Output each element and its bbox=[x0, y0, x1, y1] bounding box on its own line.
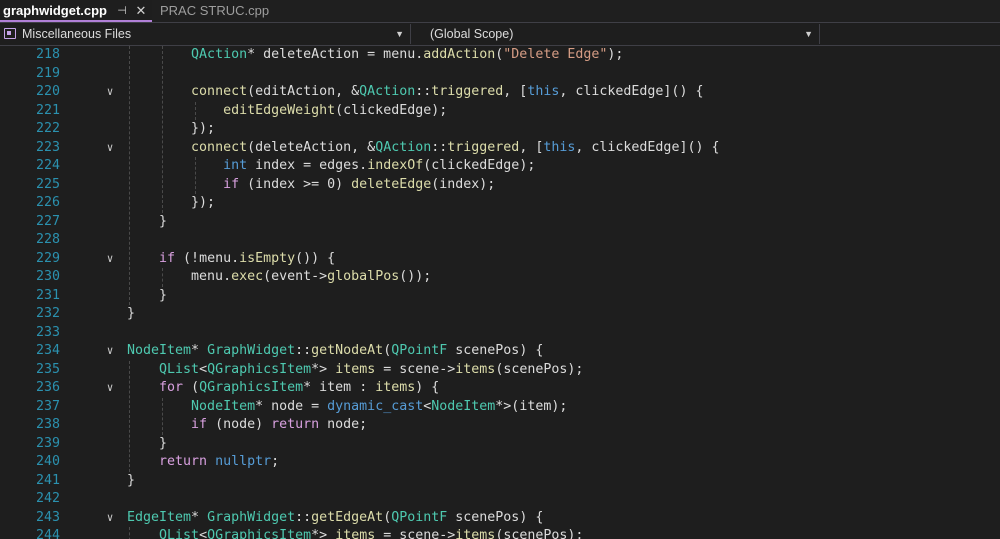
tab-label: PRAC STRUC.cpp bbox=[160, 3, 270, 18]
line-number: 221 bbox=[35, 102, 60, 118]
code-line[interactable]: 222 }); bbox=[0, 120, 1000, 139]
code-line[interactable]: 244 QList<QGraphicsItem*> items = scene-… bbox=[0, 527, 1000, 539]
fold-chevron-icon[interactable]: ∨ bbox=[103, 509, 117, 528]
code-text: menu.exec(event->globalPos()); bbox=[127, 269, 432, 284]
line-number: 222 bbox=[35, 121, 60, 136]
code-text: editEdgeWeight(clickedEdge); bbox=[223, 102, 448, 118]
code-line[interactable]: 241} bbox=[0, 472, 1000, 491]
line-number: 236 bbox=[35, 380, 60, 395]
code-line[interactable]: 225 if (index >= 0) deleteEdge(index); bbox=[0, 176, 1000, 195]
tab-strip: graphwidget.cpp ⊣ ✕ PRAC STRUC.cpp bbox=[0, 0, 1000, 23]
code-text: return nullptr; bbox=[159, 454, 280, 469]
code-text: } bbox=[127, 306, 136, 321]
code-line[interactable]: 228 bbox=[0, 231, 1000, 250]
code-line[interactable]: 233 bbox=[0, 324, 1000, 343]
line-number: 239 bbox=[35, 435, 60, 451]
code-line[interactable]: 239 } bbox=[0, 435, 1000, 454]
chevron-down-icon: ▼ bbox=[804, 29, 813, 39]
code-text: } bbox=[127, 213, 168, 229]
line-number: 220 bbox=[35, 84, 60, 99]
tab-prac-struc-cpp[interactable]: PRAC STRUC.cpp bbox=[152, 0, 305, 22]
code-text: int index = edges.indexOf(clickedEdge); bbox=[223, 158, 536, 173]
close-icon[interactable]: ✕ bbox=[134, 0, 148, 22]
line-number: 232 bbox=[35, 306, 60, 321]
fold-chevron-icon[interactable]: ∨ bbox=[103, 83, 117, 102]
code-text: if (index >= 0) deleteEdge(index); bbox=[223, 176, 496, 192]
navigation-bar: Miscellaneous Files ▼ (Global Scope) ▼ bbox=[0, 23, 1000, 46]
code-text: } bbox=[127, 472, 136, 488]
line-number: 231 bbox=[35, 287, 60, 303]
fold-chevron-icon[interactable]: ∨ bbox=[103, 342, 117, 361]
fold-chevron-icon[interactable]: ∨ bbox=[103, 139, 117, 158]
code-line[interactable]: 224 int index = edges.indexOf(clickedEdg… bbox=[0, 157, 1000, 176]
code-text: if (!menu.isEmpty()) { bbox=[159, 250, 336, 266]
code-text: if (node) return node; bbox=[191, 417, 368, 432]
line-number: 238 bbox=[35, 417, 60, 432]
code-line[interactable]: 220 ∨ connect(editAction, &QAction::trigg… bbox=[0, 83, 1000, 102]
code-text: NodeItem* GraphWidget::getNodeAt(QPointF… bbox=[127, 343, 544, 358]
code-line[interactable]: 242 bbox=[0, 490, 1000, 509]
line-number: 229 bbox=[35, 250, 60, 266]
code-line[interactable]: 221 editEdgeWeight(clickedEdge); bbox=[0, 102, 1000, 121]
scope-dropdown[interactable]: (Global Scope) ▼ bbox=[412, 24, 820, 44]
code-text: for (QGraphicsItem* item : items) { bbox=[159, 380, 440, 395]
project-dropdown[interactable]: Miscellaneous Files ▼ bbox=[0, 24, 411, 44]
line-number: 244 bbox=[35, 528, 60, 539]
line-number: 240 bbox=[35, 454, 60, 469]
project-icon bbox=[4, 28, 16, 39]
code-line[interactable]: 237 NodeItem* node = dynamic_cast<NodeIt… bbox=[0, 398, 1000, 417]
line-number: 243 bbox=[35, 509, 60, 525]
line-number: 241 bbox=[35, 472, 60, 488]
line-number: 230 bbox=[35, 269, 60, 284]
code-text: QList<QGraphicsItem*> items = scene->ite… bbox=[159, 528, 584, 539]
line-number: 219 bbox=[35, 65, 60, 81]
line-number: 225 bbox=[35, 176, 60, 192]
code-line[interactable]: 243 ∨ EdgeItem* GraphWidget::getEdgeAt(QPo… bbox=[0, 509, 1000, 528]
code-text: } bbox=[127, 287, 168, 303]
code-line[interactable]: 223 ∨ connect(deleteAction, &QAction::tri… bbox=[0, 139, 1000, 158]
code-text: EdgeItem* GraphWidget::getEdgeAt(QPointF… bbox=[127, 509, 544, 525]
code-text: QList<QGraphicsItem*> items = scene->ite… bbox=[159, 361, 584, 377]
code-text: NodeItem* node = dynamic_cast<NodeItem*>… bbox=[191, 398, 568, 414]
line-number: 224 bbox=[35, 158, 60, 173]
line-number: 218 bbox=[35, 47, 60, 62]
code-line[interactable]: 240 return nullptr; bbox=[0, 453, 1000, 472]
line-number: 223 bbox=[35, 139, 60, 155]
code-text: } bbox=[127, 435, 168, 451]
code-text: QAction* deleteAction = menu.addAction("… bbox=[191, 47, 624, 62]
code-editor[interactable]: 218 QAction* deleteAction = menu.addActi… bbox=[0, 46, 1000, 539]
tab-graphwidget-cpp[interactable]: graphwidget.cpp ⊣ ✕ bbox=[0, 0, 152, 22]
code-text: }); bbox=[127, 121, 216, 136]
code-line[interactable]: 232} bbox=[0, 305, 1000, 324]
code-line[interactable]: 230 menu.exec(event->globalPos()); bbox=[0, 268, 1000, 287]
line-number: 237 bbox=[35, 398, 60, 414]
code-line[interactable]: 227 } bbox=[0, 213, 1000, 232]
chevron-down-icon: ▼ bbox=[395, 29, 404, 39]
line-number: 234 bbox=[35, 343, 60, 358]
code-line[interactable]: 234 ∨ NodeItem* GraphWidget::getNodeAt(QPo… bbox=[0, 342, 1000, 361]
fold-chevron-icon[interactable]: ∨ bbox=[103, 379, 117, 398]
code-line[interactable]: 219 bbox=[0, 65, 1000, 84]
code-line[interactable]: 229 ∨ if (!menu.isEmpty()) { bbox=[0, 250, 1000, 269]
code-line[interactable]: 218 QAction* deleteAction = menu.addActi… bbox=[0, 46, 1000, 65]
project-label: Miscellaneous Files bbox=[22, 27, 132, 41]
code-text: connect(deleteAction, &QAction::triggere… bbox=[191, 139, 720, 155]
code-line[interactable]: 226 }); bbox=[0, 194, 1000, 213]
code-text: }); bbox=[127, 195, 216, 210]
pin-icon[interactable]: ⊣ bbox=[115, 0, 129, 22]
scope-label: (Global Scope) bbox=[430, 27, 514, 41]
line-number: 227 bbox=[35, 213, 60, 229]
line-number: 233 bbox=[35, 324, 60, 340]
code-line[interactable]: 231 } bbox=[0, 287, 1000, 306]
code-line[interactable]: 238 if (node) return node; bbox=[0, 416, 1000, 435]
tab-label: graphwidget.cpp bbox=[3, 3, 107, 18]
code-line[interactable]: 235 QList<QGraphicsItem*> items = scene-… bbox=[0, 361, 1000, 380]
fold-chevron-icon[interactable]: ∨ bbox=[103, 250, 117, 269]
line-number: 226 bbox=[35, 195, 60, 210]
code-text: connect(editAction, &QAction::triggered,… bbox=[191, 84, 704, 99]
line-number: 242 bbox=[35, 491, 60, 506]
line-number: 235 bbox=[35, 361, 60, 377]
line-number: 228 bbox=[35, 232, 60, 247]
code-line[interactable]: 236 ∨ for (QGraphicsItem* item : items) { bbox=[0, 379, 1000, 398]
